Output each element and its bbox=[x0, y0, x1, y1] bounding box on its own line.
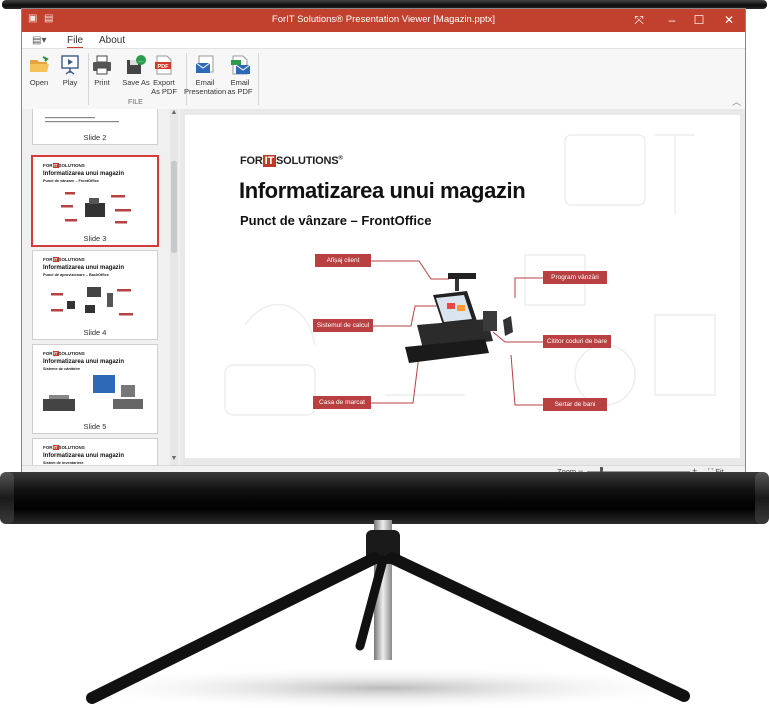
app-menu-icon[interactable]: ▤▾ bbox=[32, 35, 46, 46]
label-casa-de-marcat: Casa de marcat bbox=[313, 396, 371, 409]
pos-diagram bbox=[371, 260, 543, 406]
folder-open-icon bbox=[30, 56, 49, 72]
scroll-up-icon[interactable]: ▲ bbox=[170, 109, 178, 116]
tab-file[interactable]: File bbox=[67, 35, 84, 49]
ribbon-separator bbox=[258, 53, 259, 105]
ribbon-group-label: FILE bbox=[128, 99, 143, 106]
thumb-logo: FORITSOLUTIONS bbox=[43, 351, 85, 356]
fullscreen-icon[interactable]: ⤧ bbox=[630, 12, 648, 28]
app-window: ▣ ▤ ForIT Solutions® Presentation Viewer… bbox=[22, 9, 745, 477]
pos-terminal-graphic bbox=[405, 273, 513, 363]
print-label: Print bbox=[94, 78, 110, 87]
slide-thumbnail-2[interactable]: Slide 2 bbox=[32, 109, 158, 145]
thumbnail-scrollbar[interactable]: ▲ ▼ bbox=[170, 109, 178, 465]
email-pdf-line2: as PDF bbox=[227, 87, 253, 96]
thumb-subtitle: Punct de vânzare – FrontOffice bbox=[43, 179, 99, 183]
slide-thumbnail-4[interactable]: FORITSOLUTIONS Informatizarea unui magaz… bbox=[32, 250, 158, 340]
play-icon bbox=[61, 55, 79, 75]
pdf-icon: PDF bbox=[155, 55, 172, 75]
email-presentation-line1: Email bbox=[195, 78, 215, 87]
thumb-title: Informatizarea unui magazin bbox=[43, 171, 125, 177]
label-sertar-de-bani: Sertar de bani bbox=[543, 398, 607, 411]
email-presentation-line2: Presentation bbox=[184, 87, 227, 96]
roller-left-cap bbox=[0, 472, 14, 524]
export-pdf-line2: As PDF bbox=[151, 87, 177, 96]
tripod-stand-graphic bbox=[54, 520, 714, 708]
export-pdf-line1: Export bbox=[153, 78, 175, 87]
backoffice-diagram-thumbnail bbox=[51, 287, 133, 316]
current-slide: FOR IT SOLUTIONS® Informatizarea unui maga… bbox=[185, 115, 740, 458]
export-pdf-button[interactable]: PDF Export As PDF bbox=[148, 54, 180, 96]
slide-thumbnail-label: Slide 2 bbox=[83, 133, 107, 142]
screen-roller bbox=[0, 472, 769, 524]
print-button[interactable]: Print bbox=[86, 54, 118, 87]
email-presentation-button[interactable]: Email Presentation bbox=[184, 54, 226, 96]
collapse-ribbon-icon[interactable]: ︿ bbox=[732, 95, 741, 108]
thumb-title: Informatizarea unui magazin bbox=[43, 453, 125, 459]
screen-top-bar bbox=[2, 0, 767, 9]
slide-stage: FOR IT SOLUTIONS® Informatizarea unui maga… bbox=[180, 109, 745, 465]
printer-icon bbox=[93, 55, 111, 75]
save-as-label: Save As bbox=[122, 78, 150, 87]
thumb-subtitle: Sisteme de cântărire bbox=[43, 367, 81, 371]
open-button[interactable]: Open bbox=[23, 54, 55, 87]
scrollbar-thumb[interactable] bbox=[171, 161, 177, 253]
roller-right-cap bbox=[755, 472, 769, 524]
thumb-logo: FORITSOLUTIONS bbox=[43, 445, 85, 450]
email-presentation-icon bbox=[195, 55, 214, 73]
thumb-title: Informatizarea unui magazin bbox=[43, 359, 125, 365]
play-label: Play bbox=[62, 78, 78, 87]
slide-thumbnail-3[interactable]: FORITSOLUTIONS Informatizarea unui magaz… bbox=[31, 155, 159, 247]
ribbon-tabs: ▤▾ File About bbox=[22, 32, 745, 49]
save-as-icon: … bbox=[127, 55, 146, 74]
tab-about[interactable]: About bbox=[99, 35, 125, 46]
close-button[interactable]: ✕ bbox=[720, 12, 738, 28]
minimize-button[interactable]: – bbox=[663, 12, 681, 28]
ribbon: Open Play Print … Save As PDF Export As … bbox=[22, 48, 745, 110]
slide-thumbnail-6[interactable]: FORITSOLUTIONS Informatizarea unui magaz… bbox=[32, 438, 158, 465]
email-pdf-icon bbox=[231, 55, 251, 75]
thumb-logo: FORITSOLUTIONS bbox=[43, 257, 85, 262]
slide-thumbnail-label: Slide 3 bbox=[83, 234, 107, 243]
scales-diagram-thumbnail bbox=[43, 375, 143, 411]
text-lines-graphic bbox=[45, 117, 119, 123]
play-button[interactable]: Play bbox=[54, 54, 86, 87]
slide-thumbnail-label: Slide 5 bbox=[83, 422, 107, 431]
thumb-subtitle: Punct de aprovizionare – BackOffice bbox=[43, 273, 109, 277]
slide-thumbnail-label: Slide 4 bbox=[83, 328, 107, 337]
email-pdf-line1: Email bbox=[230, 78, 250, 87]
svg-text:PDF: PDF bbox=[158, 64, 170, 70]
label-afisaj-client: Afișaj client bbox=[315, 254, 371, 267]
pos-diagram-thumbnail bbox=[61, 192, 131, 224]
title-bar: ▣ ▤ ForIT Solutions® Presentation Viewer… bbox=[22, 9, 745, 32]
slide-thumbnail-panel: Slide 2 FORITSOLUTIONS Informatizarea un… bbox=[22, 109, 180, 465]
maximize-button[interactable]: ☐ bbox=[690, 12, 708, 28]
svg-text:…: … bbox=[138, 58, 144, 64]
scroll-down-icon[interactable]: ▼ bbox=[170, 455, 178, 462]
thumb-logo: FORITSOLUTIONS bbox=[43, 163, 85, 168]
label-program-vanzari: Program vânzări bbox=[543, 271, 607, 284]
label-sistemul-de-calcul: Sistemul de calcul bbox=[313, 319, 373, 332]
open-label: Open bbox=[29, 78, 49, 87]
email-pdf-button[interactable]: Email as PDF bbox=[224, 54, 256, 96]
thumb-title: Informatizarea unui magazin bbox=[43, 265, 125, 271]
label-cititor-coduri: Cititor coduri de bare bbox=[543, 335, 611, 348]
slide-thumbnail-5[interactable]: FORITSOLUTIONS Informatizarea unui magaz… bbox=[32, 344, 158, 434]
